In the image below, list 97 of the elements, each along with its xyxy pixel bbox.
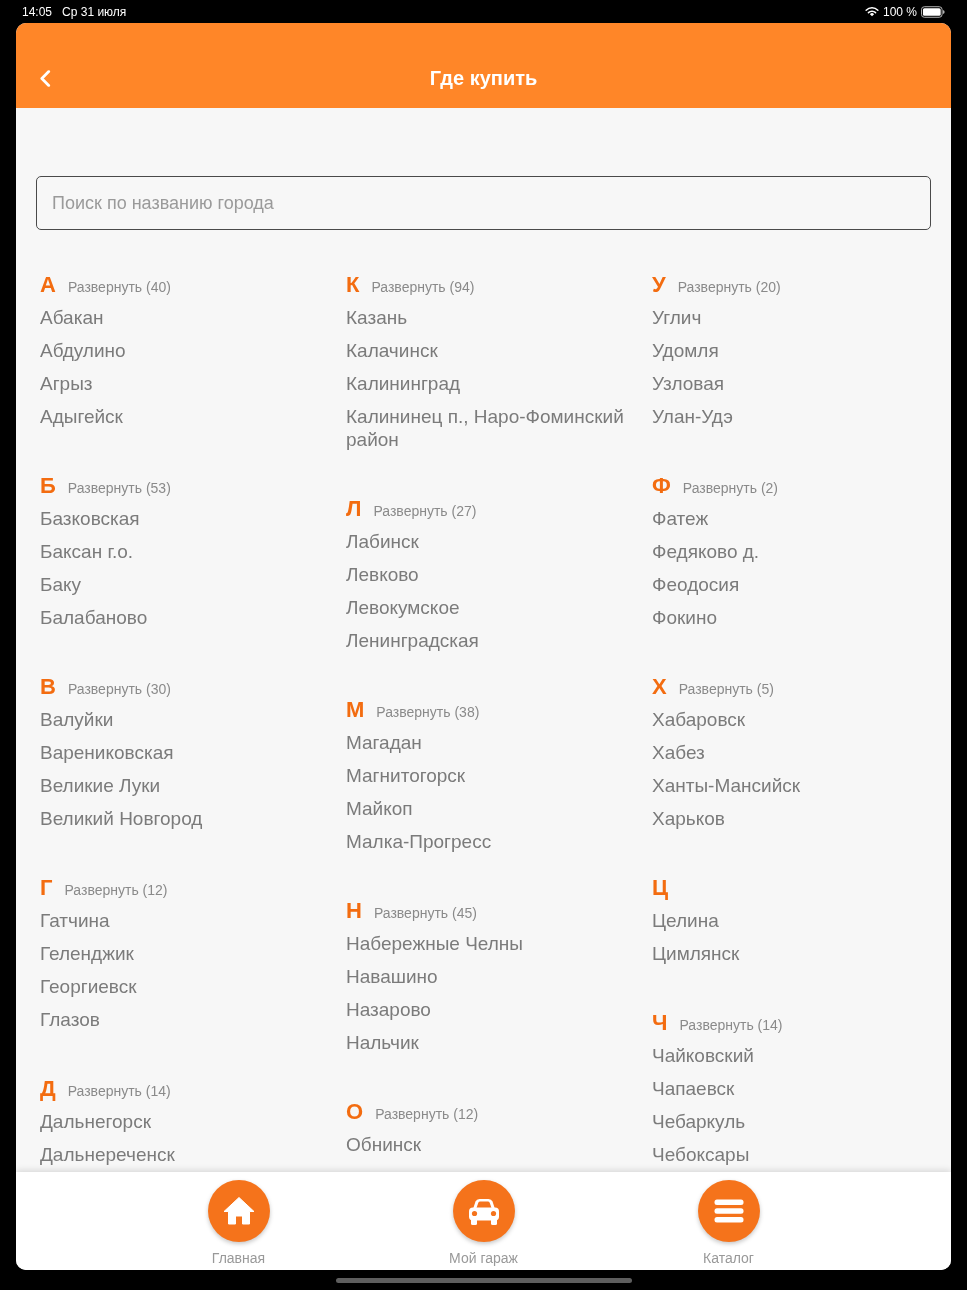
section-letter: Ц — [652, 874, 669, 902]
city-item[interactable]: Левково — [346, 558, 642, 591]
section-letter: В — [40, 673, 56, 701]
nav-tab[interactable]: Главная — [207, 1180, 270, 1266]
city-item[interactable]: Глазов — [40, 1003, 336, 1036]
section-letter: А — [40, 271, 56, 299]
section-letter: Х — [652, 673, 667, 701]
city-item[interactable]: Хабез — [652, 736, 921, 769]
city-item[interactable]: Георгиевск — [40, 970, 336, 1003]
expand-link[interactable]: Развернуть (14) — [679, 1009, 783, 1042]
city-item[interactable]: Калининец п., Наро-Фоминский район — [346, 400, 642, 456]
city-item[interactable]: Лабинск — [346, 525, 642, 558]
city-item[interactable]: Назарово — [346, 993, 642, 1026]
city-item[interactable]: Валуйки — [40, 703, 336, 736]
expand-link[interactable]: Развернуть (20) — [677, 271, 781, 304]
city-item[interactable]: Улан-Удэ — [652, 400, 921, 433]
city-item[interactable]: Федяково д. — [652, 535, 921, 568]
city-item[interactable]: Магадан — [346, 726, 642, 759]
city-item[interactable]: Базковская — [40, 502, 336, 535]
expand-link[interactable]: Развернуть (2) — [682, 472, 778, 505]
expand-link[interactable]: Развернуть (94) — [371, 271, 475, 304]
section-letter: Ф — [652, 472, 671, 500]
back-button[interactable] — [39, 69, 51, 87]
section-letter: Б — [40, 472, 56, 500]
city-item[interactable]: Нальчик — [346, 1026, 642, 1059]
expand-link[interactable]: Развернуть (40) — [67, 271, 171, 304]
expand-link[interactable]: Развернуть (5) — [678, 673, 774, 706]
city-item[interactable]: Магнитогорск — [346, 759, 642, 792]
wifi-icon — [864, 6, 879, 17]
city-item[interactable]: Агрыз — [40, 367, 336, 400]
city-item[interactable]: Фокино — [652, 601, 921, 634]
city-item[interactable]: Ленинградская — [346, 624, 642, 657]
city-item[interactable]: Набережные Челны — [346, 927, 642, 960]
city-item[interactable]: Калачинск — [346, 334, 642, 367]
expand-link[interactable]: Развернуть (38) — [376, 696, 480, 729]
section-letter: Л — [346, 495, 362, 523]
battery-percent: 100 % — [882, 4, 917, 19]
city-item[interactable]: Варениковская — [40, 736, 336, 769]
nav-tab[interactable]: Мой гараж — [449, 1180, 518, 1266]
header-title: Где купить — [429, 67, 538, 90]
city-item[interactable]: Узловая — [652, 367, 921, 400]
city-item[interactable]: Чайковский — [652, 1039, 921, 1072]
city-item[interactable]: Навашино — [346, 960, 642, 993]
city-item[interactable]: Геленджик — [40, 937, 336, 970]
section-letter: Д — [40, 1075, 56, 1103]
city-item[interactable]: Фатеж — [652, 502, 921, 535]
status-time: 14:05 — [22, 5, 53, 19]
city-item[interactable]: Абакан — [40, 301, 336, 334]
city-item[interactable]: Абдулино — [40, 334, 336, 367]
city-item[interactable]: Углич — [652, 301, 921, 334]
city-item[interactable]: Дальнегорск — [40, 1105, 336, 1138]
section-letter: Г — [40, 874, 53, 902]
expand-link[interactable]: Развернуть (12) — [375, 1098, 479, 1131]
section-letter: Н — [346, 897, 362, 925]
city-item[interactable]: Великие Луки — [40, 769, 336, 802]
section-letter: М — [346, 696, 365, 724]
city-item[interactable]: Удомля — [652, 334, 921, 367]
city-item[interactable]: Цимлянск — [652, 937, 921, 970]
city-item[interactable]: Хабаровск — [652, 703, 921, 736]
back-icon — [39, 69, 51, 87]
menu-icon — [697, 1180, 760, 1242]
city-item[interactable]: Чебоксары — [652, 1138, 921, 1171]
expand-link[interactable]: Развернуть (12) — [64, 874, 168, 907]
city-item[interactable]: Феодосия — [652, 568, 921, 601]
home-icon — [207, 1180, 270, 1242]
city-item[interactable]: Ханты-Мансийск — [652, 769, 921, 802]
city-item[interactable]: Обнинск — [346, 1128, 642, 1161]
car-icon — [452, 1180, 515, 1242]
section-letter: У — [652, 271, 666, 299]
city-item[interactable]: Адыгейск — [40, 400, 336, 433]
section-letter: К — [346, 271, 360, 299]
city-item[interactable]: Чапаевск — [652, 1072, 921, 1105]
city-item[interactable]: Калининград — [346, 367, 642, 400]
city-item[interactable]: Дальнереченск — [40, 1138, 336, 1171]
section-letter: Ч — [652, 1009, 668, 1037]
city-item[interactable]: Казань — [346, 301, 642, 334]
city-item[interactable]: Малка-Прогресс — [346, 825, 642, 858]
battery-icon — [921, 5, 945, 18]
city-item[interactable]: Великий Новгород — [40, 802, 336, 835]
status-date: Ср 31 июля — [62, 5, 127, 19]
city-item[interactable]: Харьков — [652, 802, 921, 835]
nav-tab[interactable]: Каталог — [697, 1180, 760, 1266]
city-item[interactable]: Балабаново — [40, 601, 336, 634]
city-item[interactable]: Левокумское — [346, 591, 642, 624]
city-item[interactable]: Целина — [652, 904, 921, 937]
expand-link[interactable]: Развернуть (27) — [373, 495, 477, 528]
city-item[interactable]: Гатчина — [40, 904, 336, 937]
expand-link[interactable]: Развернуть (30) — [67, 673, 171, 706]
expand-link[interactable]: Развернуть (45) — [373, 897, 477, 930]
city-item[interactable]: Баксан г.о. — [40, 535, 336, 568]
expand-link[interactable]: Развернуть (53) — [67, 472, 171, 505]
city-item[interactable]: Майкоп — [346, 792, 642, 825]
city-item[interactable]: Чебаркуль — [652, 1105, 921, 1138]
city-item[interactable]: Баку — [40, 568, 336, 601]
search-field[interactable]: Поиск по названию города — [36, 176, 931, 230]
expand-link[interactable]: Развернуть (14) — [67, 1075, 171, 1108]
section-letter: О — [346, 1098, 364, 1126]
